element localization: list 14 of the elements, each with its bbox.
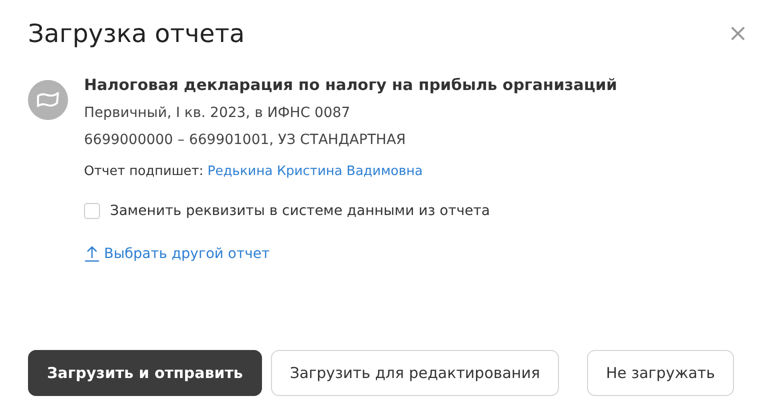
cancel-button[interactable]: Не загружать xyxy=(586,350,734,396)
report-detail: 6699000000 – 669901001, УЗ СТАНДАРТНАЯ xyxy=(84,131,407,150)
report-title: Налоговая декларация по налогу на прибыль организаций xyxy=(84,75,618,96)
dialog-title: Загрузка отчета xyxy=(28,18,245,48)
signer-label: Отчет подпишет: xyxy=(84,163,204,181)
report-detail: Первичный, I кв. 2023, в ИФНС 0087 xyxy=(84,104,352,123)
upload-button[interactable]: Загрузить и отправить xyxy=(28,350,262,396)
upload-icon xyxy=(84,245,100,262)
upload-button[interactable]: Загрузить для редактирования xyxy=(270,350,559,396)
signer-link[interactable]: Редькина Кристина Вадимовна xyxy=(207,163,423,181)
document-icon xyxy=(28,80,68,120)
checkbox[interactable] xyxy=(84,203,100,219)
choose-report-link[interactable]: Выбрать другой отчет xyxy=(84,245,618,262)
checkbox-label: Заменить реквизиты в системе данными из отчета xyxy=(110,203,490,219)
